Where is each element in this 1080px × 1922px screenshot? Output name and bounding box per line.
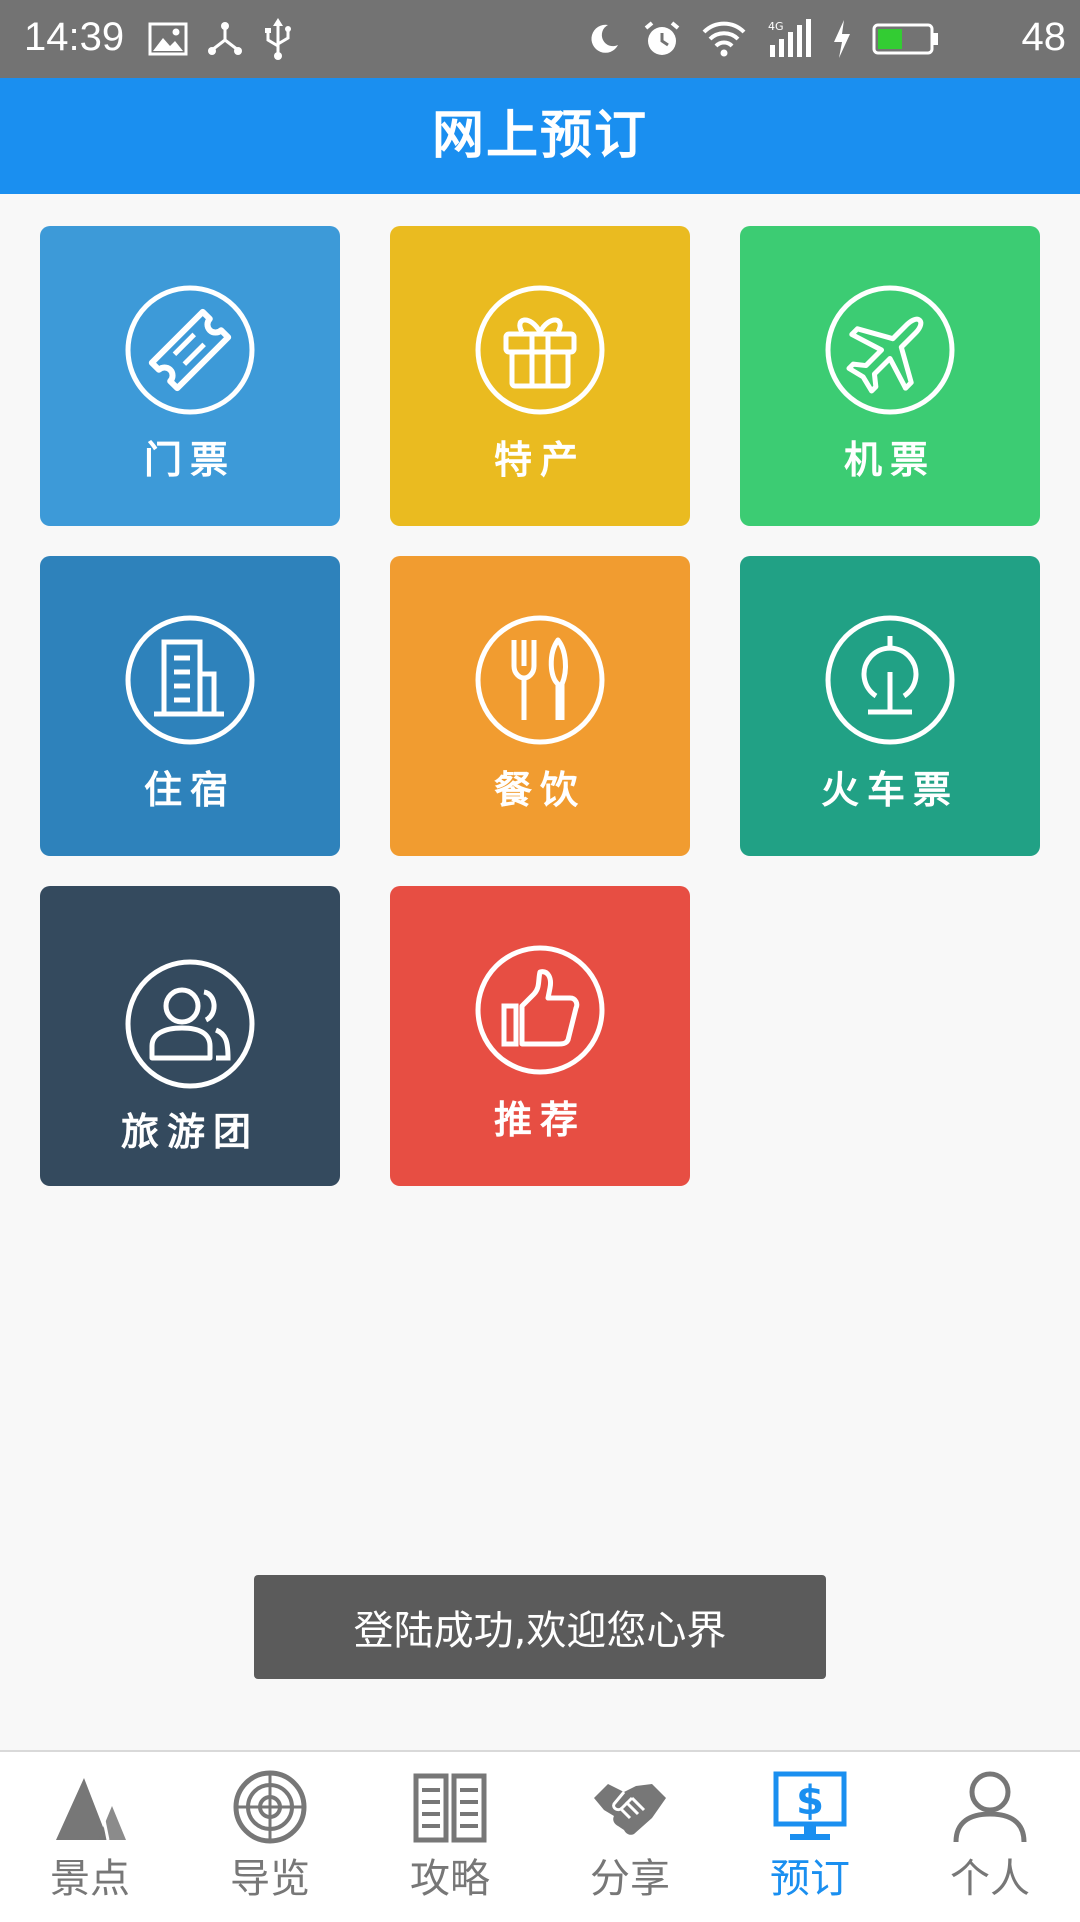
image-icon: [148, 22, 188, 56]
tile-specialty[interactable]: 特产: [390, 226, 690, 526]
person-icon: [950, 1768, 1030, 1846]
nav-item-attractions[interactable]: 景点: [0, 1752, 180, 1922]
dollar-monitor-icon: $: [770, 1768, 850, 1846]
railway-icon: [824, 614, 956, 746]
battery-level: 48: [1021, 15, 1067, 59]
tile-label: 火车票: [820, 768, 959, 812]
tile-label: 餐饮: [493, 768, 586, 812]
status-time: 14:39: [24, 15, 125, 59]
thumbs-up-icon: [474, 944, 606, 1076]
tile-label: 机票: [843, 438, 936, 482]
group-icon: [124, 958, 256, 1090]
nav-item-profile[interactable]: 个人: [900, 1752, 1080, 1922]
mountain-icon: [50, 1768, 130, 1846]
alarm-icon: [642, 19, 682, 59]
share-hub-icon: [206, 20, 244, 58]
svg-text:$: $: [796, 1778, 824, 1824]
tile-label: 推荐: [493, 1098, 586, 1142]
toast-message: 登陆成功,欢迎您心界: [353, 1608, 727, 1654]
gift-icon: [474, 284, 606, 416]
radar-icon: [230, 1768, 310, 1846]
tile-label: 特产: [493, 438, 586, 482]
book-icon: [410, 1768, 490, 1846]
login-success-toast: 登陆成功,欢迎您心界: [254, 1575, 826, 1679]
nav-item-guide[interactable]: 导览: [180, 1752, 360, 1922]
ticket-icon: [124, 284, 256, 416]
nav-item-share[interactable]: 分享: [540, 1752, 720, 1922]
building-icon: [124, 614, 256, 746]
bottom-nav: 景点 导览 攻略 分享 $ 预订 个人: [0, 1750, 1080, 1922]
tile-label: 门票: [143, 438, 236, 482]
fork-knife-icon: [474, 614, 606, 746]
handshake-icon: [590, 1768, 670, 1846]
nav-item-booking[interactable]: $ 预订: [720, 1752, 900, 1922]
nav-label: 预订: [770, 1856, 850, 1902]
svg-text:4G: 4G: [768, 20, 784, 33]
nav-label: 景点: [50, 1856, 130, 1902]
tile-dining[interactable]: 餐饮: [390, 556, 690, 856]
tile-recommend[interactable]: 推荐: [390, 886, 690, 1186]
signal-icon: 4G: [766, 19, 812, 59]
airplane-icon: [824, 284, 956, 416]
charging-icon: [832, 20, 852, 58]
tile-label: 住宿: [143, 768, 236, 812]
tile-label: 旅游团: [120, 1110, 259, 1154]
page-title: 网上预订: [431, 106, 648, 166]
nav-label: 个人: [950, 1856, 1030, 1902]
nav-label: 分享: [590, 1856, 670, 1902]
status-bar: 14:39 4G 48: [0, 0, 1080, 78]
usb-icon: [262, 18, 294, 60]
nav-label: 攻略: [410, 1856, 490, 1902]
tile-train-ticket[interactable]: 火车票: [740, 556, 1040, 856]
battery-icon: [872, 22, 940, 56]
tile-lodging[interactable]: 住宿: [40, 556, 340, 856]
nav-label: 导览: [230, 1856, 310, 1902]
tile-tour-group[interactable]: 旅游团: [40, 886, 340, 1186]
moon-icon: [586, 21, 622, 57]
nav-item-strategy[interactable]: 攻略: [360, 1752, 540, 1922]
tile-airfare[interactable]: 机票: [740, 226, 1040, 526]
title-bar: 网上预订: [0, 78, 1080, 194]
tile-ticket[interactable]: 门票: [40, 226, 340, 526]
wifi-icon: [702, 20, 746, 58]
